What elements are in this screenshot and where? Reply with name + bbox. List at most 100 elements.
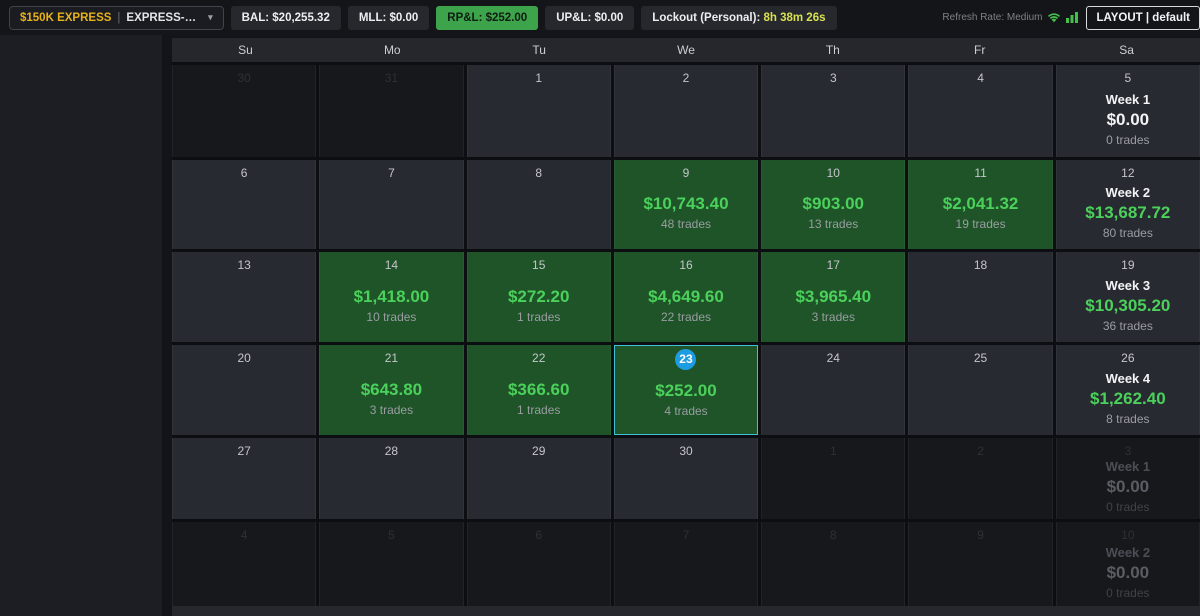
trade-count: 36 trades (1103, 319, 1153, 333)
day-number: 28 (385, 444, 398, 459)
pnl-amount: $10,305.20 (1085, 296, 1170, 316)
selected-day-badge: 23 (675, 349, 696, 370)
calendar-day-cell[interactable]: 10 $903.00 13 trades (761, 160, 905, 250)
day-number: 2 (977, 444, 984, 459)
calendar-day-cell[interactable]: 7 (319, 160, 463, 250)
calendar-day-cell[interactable]: 22$366.601 trades (467, 345, 611, 435)
day-number: 6 (241, 166, 248, 181)
cell-body: $252.004 trades (655, 370, 716, 434)
day-number: 13 (237, 258, 250, 273)
day-number: 24 (827, 351, 840, 366)
calendar-day-cell[interactable]: 15$272.201 trades (467, 252, 611, 342)
cell-body: $366.601 trades (508, 366, 569, 435)
trade-count: 0 trades (1106, 133, 1149, 147)
calendar-day-cell[interactable]: 2 (614, 65, 758, 157)
calendar-day-cell[interactable]: 21$643.803 trades (319, 345, 463, 435)
weekday-label-mo: Mo (319, 43, 466, 57)
calendar-day-cell[interactable]: 30 (614, 438, 758, 520)
day-number: 10 (827, 166, 840, 181)
mll-pill: MLL: $0.00 (348, 6, 429, 30)
calendar-day-cell[interactable]: 2 (908, 438, 1052, 520)
day-number: 25 (974, 351, 987, 366)
day-number: 1 (830, 444, 837, 459)
pnl-calendar: Su Mo Tu We Th Fr Sa 303112345Week 1$0.0… (172, 35, 1200, 616)
day-number: 12 (1121, 166, 1134, 181)
calendar-day-cell[interactable]: 27 (172, 438, 316, 520)
calendar-day-cell[interactable]: 31 (319, 65, 463, 157)
calendar-day-cell[interactable]: 1 (761, 438, 905, 520)
day-number: 7 (388, 166, 395, 181)
main-area: Su Mo Tu We Th Fr Sa 303112345Week 1$0.0… (0, 35, 1200, 616)
calendar-day-cell[interactable]: 4 (172, 522, 316, 606)
calendar-day-cell[interactable]: 23$252.004 trades (614, 345, 758, 435)
calendar-day-cell[interactable]: 6 (467, 522, 611, 606)
day-number: 30 (679, 444, 692, 459)
day-number: 7 (683, 528, 690, 543)
pnl-amount: $0.00 (1107, 477, 1150, 497)
calendar-day-cell[interactable]: 9$10,743.4048 trades (614, 160, 758, 250)
calendar-day-cell[interactable]: 17$3,965.403 trades (761, 252, 905, 342)
cell-body: $272.201 trades (508, 273, 569, 342)
calendar-day-cell[interactable]: 11$2,041.3219 trades (908, 160, 1052, 250)
day-number: 22 (532, 351, 545, 366)
calendar-day-cell[interactable]: 8 (467, 160, 611, 250)
trade-count: 13 trades (808, 217, 858, 231)
calendar-day-cell[interactable]: 28 (319, 438, 463, 520)
calendar-day-cell[interactable]: 20 (172, 345, 316, 435)
top-toolbar: $150K EXPRESS | EXPRESS-… ▾ BAL: $20,255… (0, 0, 1200, 35)
day-number: 3 (1125, 444, 1132, 459)
day-number: 20 (237, 351, 250, 366)
pnl-amount: $1,262.40 (1090, 389, 1166, 409)
calendar-day-cell[interactable]: 13 (172, 252, 316, 342)
pnl-amount: $903.00 (803, 194, 864, 214)
cell-body: $10,743.4048 trades (643, 181, 728, 250)
day-number: 29 (532, 444, 545, 459)
day-number: 8 (830, 528, 837, 543)
calendar-day-cell[interactable]: 1 (467, 65, 611, 157)
trade-count: 3 trades (370, 403, 413, 417)
calendar-week-summary-cell: 10Week 2$0.000 trades (1056, 522, 1200, 606)
cell-body: Week 1$0.000 trades (1106, 86, 1151, 157)
pnl-amount: $10,743.40 (643, 194, 728, 214)
cell-body: Week 4$1,262.408 trades (1090, 366, 1166, 435)
layout-selector-button[interactable]: LAYOUT | default (1086, 6, 1200, 30)
calendar-day-cell[interactable]: 8 (761, 522, 905, 606)
pnl-amount: $272.20 (508, 287, 569, 307)
week-label: Week 1 (1106, 459, 1151, 474)
calendar-day-cell[interactable]: 7 (614, 522, 758, 606)
left-sidebar-panel (0, 35, 162, 616)
day-number: 26 (1121, 351, 1134, 366)
calendar-day-cell[interactable]: 18 (908, 252, 1052, 342)
calendar-day-cell[interactable]: 29 (467, 438, 611, 520)
calendar-day-cell[interactable]: 30 (172, 65, 316, 157)
calendar-day-cell[interactable]: 6 (172, 160, 316, 250)
day-number: 17 (827, 258, 840, 273)
week-label: Week 2 (1106, 185, 1151, 200)
trade-count: 80 trades (1103, 226, 1153, 240)
calendar-day-cell[interactable]: 9 (908, 522, 1052, 606)
calendar-week-summary-cell: 5Week 1$0.000 trades (1056, 65, 1200, 157)
chevron-down-icon: ▾ (208, 12, 213, 23)
weekday-label-th: Th (759, 43, 906, 57)
calendar-day-cell[interactable]: 16$4,649.6022 trades (614, 252, 758, 342)
lockout-pill: Lockout (Personal): 8h 38m 26s (641, 6, 836, 30)
lockout-timer: 8h 38m 26s (763, 12, 825, 24)
trade-count: 1 trades (517, 403, 560, 417)
trade-count: 4 trades (664, 404, 707, 418)
calendar-day-cell[interactable]: 4 (908, 65, 1052, 157)
day-number: 5 (1125, 71, 1132, 86)
balance-pill: BAL: $20,255.32 (231, 6, 341, 30)
account-plan-label: $150K EXPRESS (20, 12, 111, 24)
lockout-label: Lockout (Personal): (652, 12, 763, 24)
calendar-day-cell[interactable]: 25 (908, 345, 1052, 435)
day-number: 18 (974, 258, 987, 273)
calendar-day-cell[interactable]: 3 (761, 65, 905, 157)
account-selector-dropdown[interactable]: $150K EXPRESS | EXPRESS-… ▾ (9, 6, 224, 30)
trade-count: 10 trades (366, 310, 416, 324)
calendar-day-cell[interactable]: 24 (761, 345, 905, 435)
day-number: 9 (683, 166, 690, 181)
weekday-header-row: Su Mo Tu We Th Fr Sa (172, 38, 1200, 62)
calendar-day-cell[interactable]: 14$1,418.0010 trades (319, 252, 463, 342)
calendar-day-cell[interactable]: 5 (319, 522, 463, 606)
cell-body: $643.803 trades (361, 366, 422, 435)
